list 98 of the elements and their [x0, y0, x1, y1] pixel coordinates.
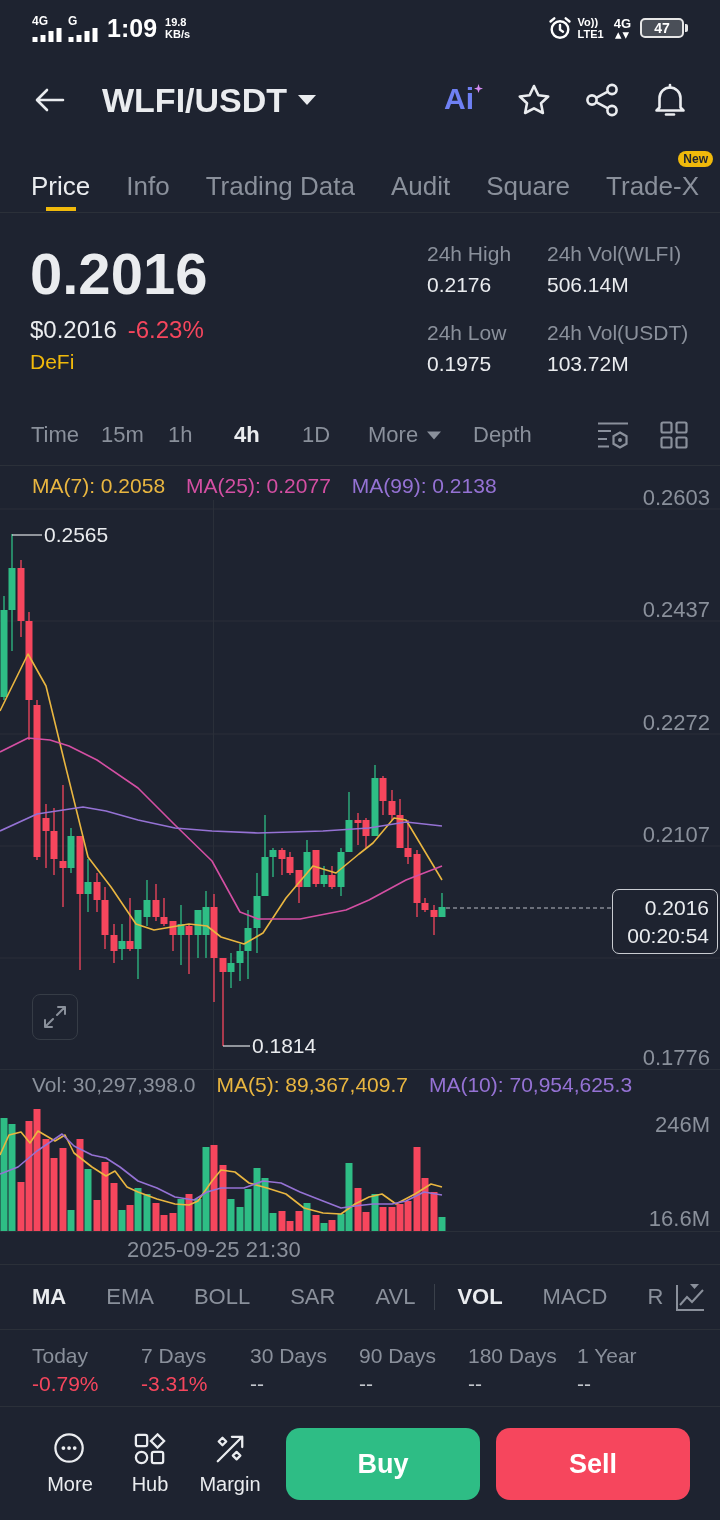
tab[interactable]: Trading Data	[205, 160, 355, 212]
caret-icon[interactable]	[298, 95, 317, 105]
interval-tab[interactable]: 4h	[234, 422, 260, 448]
stat-label: 24h High	[427, 242, 513, 266]
interval-tab[interactable]: Depth	[473, 422, 532, 448]
indicator-value: MA(99): 0.2138	[351, 474, 497, 498]
stat-value: 506.14M	[547, 273, 630, 297]
caret-icon	[427, 430, 442, 440]
network-type-label: 4G	[32, 14, 48, 28]
expand-icon	[42, 1004, 68, 1030]
price-axis-label: 0.2603	[642, 485, 710, 510]
tab[interactable]: Square	[486, 160, 571, 212]
alarm-clock-icon	[547, 16, 572, 40]
period-label: 1 Year	[577, 1345, 638, 1367]
period-label: 30 Days	[250, 1345, 329, 1367]
diagonal-arrow-icon	[214, 1433, 246, 1465]
data-arrows-icon	[614, 30, 631, 40]
tab[interactable]: Audit	[390, 160, 451, 212]
period-label: Today	[32, 1345, 90, 1367]
period-change: --	[577, 1373, 592, 1395]
price-axis-label: 0.2272	[642, 710, 710, 735]
price-axis-label: 0.2437	[642, 597, 710, 622]
shapes-icon	[134, 1433, 166, 1465]
interval-tab[interactable]: 1D	[302, 422, 331, 448]
more-dropdown[interactable]: More	[368, 422, 442, 448]
period-change: -0.79%	[32, 1373, 100, 1395]
indicator-tab[interactable]: R	[647, 1284, 664, 1310]
indicator-tab[interactable]: MACD	[542, 1284, 608, 1310]
stat-label: 24h Vol(USDT)	[547, 321, 689, 345]
last-price: 0.2016	[644, 894, 709, 921]
clock-time: 1:09	[107, 14, 158, 42]
share-icon[interactable]	[585, 83, 619, 117]
period-change: --	[468, 1373, 483, 1395]
chart-line-icon[interactable]	[675, 1282, 705, 1312]
indicator-value: MA(10): 70,954,625.3	[428, 1073, 633, 1097]
volume-axis-label: 246M	[654, 1112, 710, 1137]
stat-value: 0.1975	[427, 352, 493, 376]
price-change: -6.23%	[127, 316, 204, 344]
indicator-value: Vol: 30,297,398.0	[32, 1073, 196, 1097]
stat-value: 103.72M	[547, 352, 630, 376]
indicator-value: MA(5): 89,367,409.7	[216, 1073, 408, 1097]
fiat-price: $0.2016	[30, 316, 117, 344]
date-label: 2025-09-25 21:30	[0, 1235, 720, 1265]
indicator-value: MA(7): 0.2058	[32, 474, 166, 498]
signal-icon	[68, 27, 98, 42]
signal-icon	[32, 27, 62, 42]
pair-title[interactable]: WLFI/USDT	[102, 80, 288, 120]
network-type-label: 4G	[613, 16, 631, 31]
low-price-label: 0.1814	[252, 1034, 317, 1057]
tab[interactable]: Info	[126, 160, 170, 212]
interval-tab[interactable]: 15m	[101, 422, 144, 448]
interval-tab[interactable]: 1h	[168, 422, 193, 448]
stat-value: 0.2176	[427, 273, 493, 297]
period-label: 90 Days	[359, 1345, 438, 1367]
last-price: 0.2016	[30, 242, 208, 306]
lines-hexagon-icon[interactable]	[597, 421, 629, 449]
volte-sim-label: LTE1	[577, 28, 604, 40]
sell-button[interactable]: Sell	[496, 1428, 690, 1500]
more-icon	[54, 1433, 86, 1465]
indicator-value: MA(25): 0.2077	[186, 474, 331, 498]
stat-label: 24h Vol(WLFI)	[547, 242, 683, 266]
interval-tab[interactable]: Time	[31, 422, 80, 448]
period-change: --	[250, 1373, 265, 1395]
indicator-tab[interactable]: SAR	[290, 1284, 336, 1310]
grid-icon[interactable]	[660, 421, 688, 449]
network-speed: 19.8	[165, 16, 188, 28]
sparkle-icon	[474, 84, 483, 93]
network-type-label: G	[68, 14, 78, 28]
stat-label: 24h Low	[427, 321, 508, 345]
indicator-tab[interactable]: VOL	[457, 1284, 503, 1310]
period-label: 180 Days	[468, 1345, 558, 1367]
indicator-tab[interactable]: BOLL	[193, 1284, 251, 1310]
nav-button[interactable]: Hub	[110, 1428, 190, 1500]
volte-label: Vo))	[577, 16, 600, 28]
ai-button[interactable]: Ai	[444, 82, 483, 118]
indicator-tab[interactable]: MA	[32, 1284, 67, 1310]
star-icon[interactable]	[517, 84, 551, 116]
price-axis-label: 0.2107	[642, 822, 710, 847]
speed-unit: KB/s	[165, 28, 191, 40]
period-label: 7 Days	[141, 1345, 208, 1367]
category-tag[interactable]: DeFi	[30, 350, 75, 374]
volume-axis-label: 16.6M	[648, 1206, 710, 1231]
bell-icon[interactable]	[653, 83, 687, 117]
countdown-timer: 00:20:54	[627, 922, 709, 949]
period-change: --	[359, 1373, 374, 1395]
price-axis-label: 0.1776	[642, 1045, 710, 1070]
expand-button[interactable]	[32, 994, 78, 1040]
back-arrow-icon[interactable]	[35, 88, 65, 112]
new-badge: New	[678, 151, 714, 167]
leader-line	[222, 1045, 251, 1047]
period-change: -3.31%	[141, 1373, 209, 1395]
nav-button[interactable]: More	[30, 1428, 110, 1500]
indicator-tab[interactable]: EMA	[106, 1284, 154, 1310]
high-price-label: 0.2565	[44, 523, 109, 546]
nav-button[interactable]: Margin	[190, 1428, 270, 1500]
indicator-tab[interactable]: AVL	[375, 1284, 416, 1310]
leader-line	[11, 534, 43, 536]
tab[interactable]: Price	[31, 160, 91, 212]
